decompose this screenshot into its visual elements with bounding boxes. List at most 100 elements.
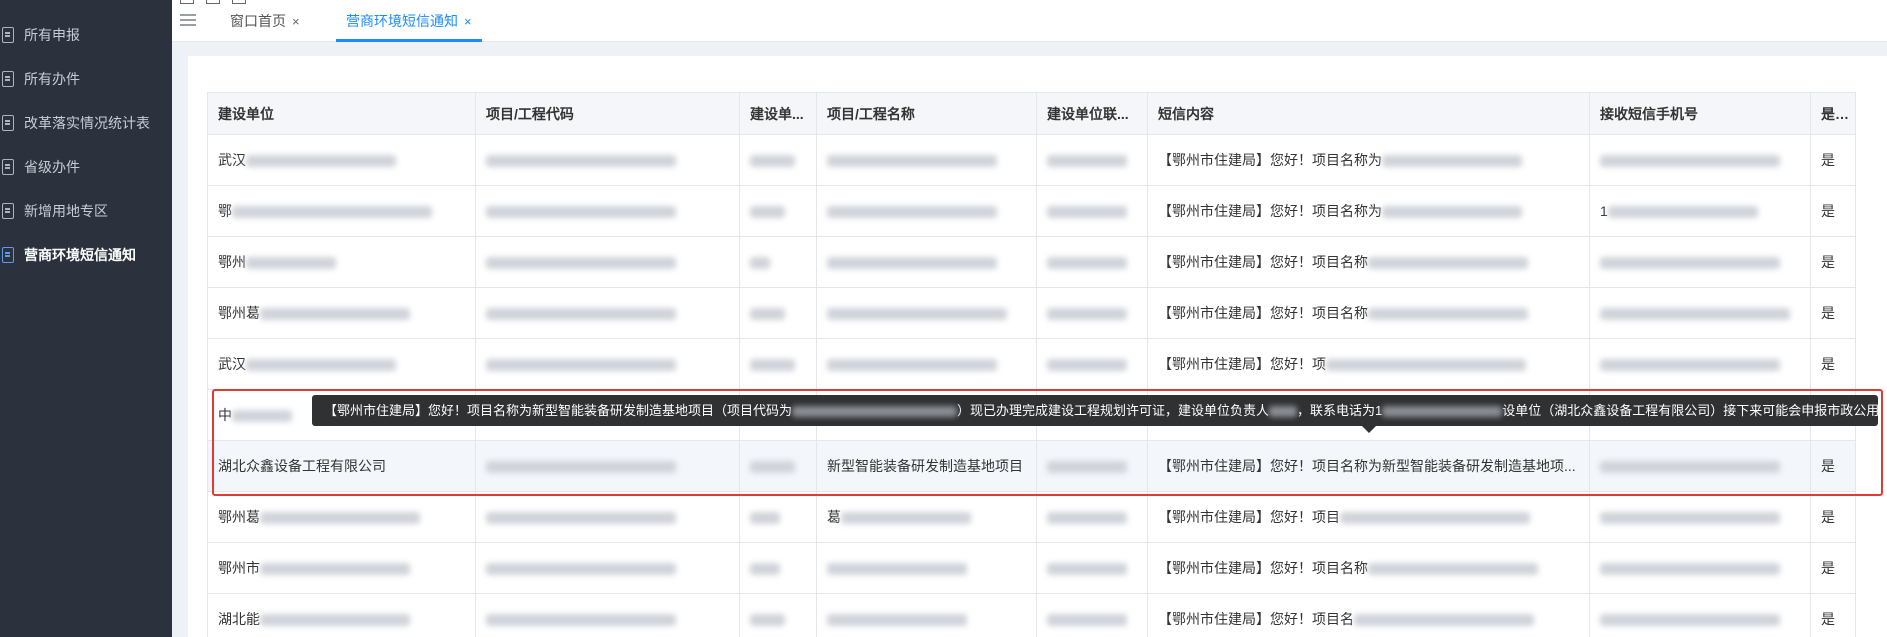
close-icon[interactable]: × — [292, 14, 300, 29]
tooltip-arrow — [1362, 426, 1376, 433]
col-header-unit[interactable]: 建设单位 — [207, 92, 476, 135]
cell-name — [816, 593, 1037, 637]
sms-notice-table: 建设单位 项目/工程代码 建设单... 项目/工程名称 建设单位联... 短信内… — [207, 92, 1856, 637]
col-header-code[interactable]: 项目/工程代码 — [475, 92, 740, 135]
table-header-row: 建设单位 项目/工程代码 建设单... 项目/工程名称 建设单位联... 短信内… — [207, 92, 1856, 135]
toolbar-icon[interactable] — [232, 0, 246, 4]
cell-contact — [1036, 185, 1148, 237]
cell-unit-short — [739, 185, 817, 237]
table-row[interactable]: 鄂州葛 【鄂州市住建局】您好！项目名称 是 — [207, 287, 1856, 339]
menu-toggle-icon[interactable] — [180, 14, 196, 26]
col-header-contact[interactable]: 建设单位联... — [1036, 92, 1148, 135]
cell-sms: 【鄂州市住建局】您好！项目名称为 — [1147, 185, 1590, 237]
cell-sms: 【鄂州市住建局】您好！项目名称为新型智能装备研发制造基地项... — [1147, 440, 1590, 492]
sidebar-item-all-declarations[interactable]: 所有申报 — [0, 18, 172, 52]
tooltip-text: ）现已办理完成建设工程规划许可证，建设单位负责人 — [957, 403, 1270, 418]
cell-contact — [1036, 542, 1148, 594]
col-header-name[interactable]: 项目/工程名称 — [816, 92, 1037, 135]
table-row[interactable]: 鄂州 【鄂州市住建局】您好！项目名称 是 — [207, 236, 1856, 288]
cell-phone — [1589, 287, 1811, 339]
cell-sms: 【鄂州市住建局】您好！项目 — [1147, 491, 1590, 543]
cell-code — [475, 593, 740, 637]
cell-name — [816, 542, 1037, 594]
toolbar-icons — [180, 0, 246, 4]
table-row[interactable]: 鄂州葛 葛 【鄂州市住建局】您好！项目 是 — [207, 491, 1856, 543]
cell-code — [475, 185, 740, 237]
tab-bar: 窗口首页 × 营商环境短信通知 × — [172, 0, 1887, 42]
table-row[interactable]: 鄂州市 【鄂州市住建局】您好！项目名称 是 — [207, 542, 1856, 594]
cell-unit: 鄂州 — [207, 236, 476, 288]
cell-flag: 是 — [1810, 593, 1856, 637]
cell-name: 新型智能装备研发制造基地项目 — [816, 440, 1037, 492]
cell-sms: 【鄂州市住建局】您好！项目名称 — [1147, 542, 1590, 594]
cell-flag: 是 — [1810, 185, 1856, 237]
cell-sms: 【鄂州市住建局】您好！项目名 — [1147, 593, 1590, 637]
cell-unit-short — [739, 236, 817, 288]
cell-code — [475, 134, 740, 186]
cell-flag: 是 — [1810, 491, 1856, 543]
sidebar-item-reform-stats[interactable]: 改革落实情况统计表 — [0, 106, 172, 140]
sidebar-item-label: 新增用地专区 — [24, 203, 108, 219]
sidebar-item-label: 所有申报 — [24, 27, 80, 43]
table-row[interactable]: 鄂 【鄂州市住建局】您好！项目名称为 1 是 — [207, 185, 1856, 237]
cell-unit: 鄂 — [207, 185, 476, 237]
col-header-phone[interactable]: 接收短信手机号 — [1589, 92, 1811, 135]
cell-name — [816, 185, 1037, 237]
cell-name — [816, 134, 1037, 186]
sidebar-item-label: 所有办件 — [24, 71, 80, 87]
sidebar-item-provincial-cases[interactable]: 省级办件 — [0, 150, 172, 184]
cell-flag: 是 — [1810, 134, 1856, 186]
cell-contact — [1036, 593, 1148, 637]
sidebar-item-new-land-zone[interactable]: 新增用地专区 — [0, 194, 172, 228]
sidebar-item-all-cases[interactable]: 所有办件 — [0, 62, 172, 96]
cell-name — [816, 287, 1037, 339]
sidebar-item-label: 改革落实情况统计表 — [24, 115, 150, 131]
table-row[interactable]: 武汉 【鄂州市住建局】您好！项目名称为 是 — [207, 134, 1856, 186]
cell-unit: 鄂州葛 — [207, 491, 476, 543]
tab-sms-notice[interactable]: 营商环境短信通知 × — [336, 0, 482, 42]
cell-phone — [1589, 593, 1811, 637]
cell-flag: 是 — [1810, 440, 1856, 492]
col-header-flag[interactable]: 是... — [1810, 92, 1856, 135]
table-row[interactable]: 武汉 【鄂州市住建局】您好！项 是 — [207, 338, 1856, 390]
sidebar: 所有申报 所有办件 改革落实情况统计表 省级办件 新增用地专区 营商环境短信通知 — [0, 0, 172, 637]
cell-contact — [1036, 134, 1148, 186]
cell-flag: 是 — [1810, 542, 1856, 594]
cell-phone — [1589, 236, 1811, 288]
cell-unit: 湖北众鑫设备工程有限公司 — [207, 440, 476, 492]
col-header-sms[interactable]: 短信内容 — [1147, 92, 1590, 135]
cell-phone — [1589, 542, 1811, 594]
col-header-unit-short[interactable]: 建设单... — [739, 92, 817, 135]
toolbar-icon[interactable] — [206, 0, 220, 4]
cell-name — [816, 338, 1037, 390]
cell-flag: 是 — [1810, 338, 1856, 390]
cell-contact — [1036, 491, 1148, 543]
tooltip-text: 【鄂州市住建局】您好！项目名称为新型智能装备研发制造基地项目（项目代码为 — [324, 403, 793, 418]
cell-contact — [1036, 287, 1148, 339]
cell-phone: 1 — [1589, 185, 1811, 237]
cell-sms: 【鄂州市住建局】您好！项目名称 — [1147, 287, 1590, 339]
tooltip-text: ，联系电话为1 — [1297, 403, 1383, 418]
sidebar-item-label: 省级办件 — [24, 159, 80, 175]
cell-contact — [1036, 440, 1148, 492]
tab-window-home[interactable]: 窗口首页 × — [230, 0, 300, 42]
cell-code — [475, 287, 740, 339]
cell-unit-short — [739, 338, 817, 390]
cell-unit-short — [739, 440, 817, 492]
document-icon — [2, 115, 14, 131]
cell-code — [475, 236, 740, 288]
document-icon — [2, 71, 14, 87]
cell-code — [475, 440, 740, 492]
close-icon[interactable]: × — [464, 14, 472, 29]
table-row[interactable]: 湖北能 【鄂州市住建局】您好！项目名 是 — [207, 593, 1856, 637]
cell-unit-short — [739, 134, 817, 186]
toolbar-icon[interactable] — [180, 0, 194, 4]
sidebar-item-label: 营商环境短信通知 — [24, 247, 136, 263]
sidebar-item-sms-notice[interactable]: 营商环境短信通知 — [0, 238, 172, 272]
cell-phone — [1589, 491, 1811, 543]
cell-code — [475, 338, 740, 390]
document-icon — [2, 159, 14, 175]
cell-unit: 武汉 — [207, 338, 476, 390]
cell-unit: 鄂州葛 — [207, 287, 476, 339]
table-row[interactable]: 湖北众鑫设备工程有限公司 新型智能装备研发制造基地项目 【鄂州市住建局】您好！项… — [207, 440, 1856, 492]
